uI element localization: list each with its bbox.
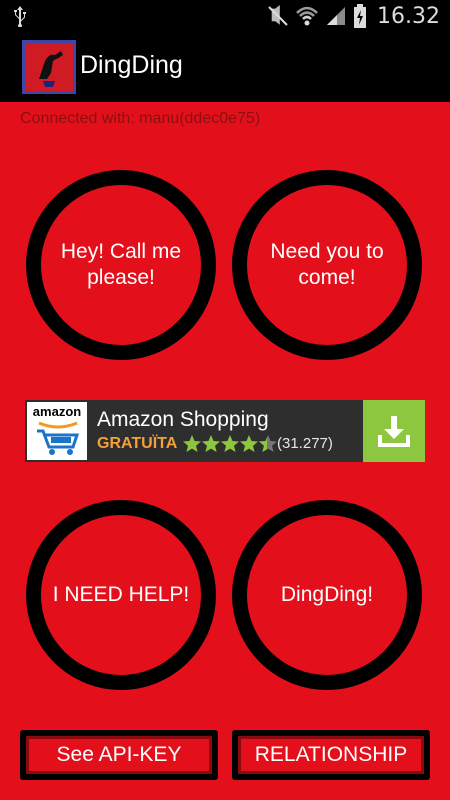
bell-ringer-icon <box>39 51 63 87</box>
come-label-line1: Need you to <box>270 240 384 263</box>
app-title: DingDing <box>80 51 183 79</box>
ad-rating-count: (31.277) <box>277 435 333 452</box>
ad-download-button[interactable] <box>363 400 425 462</box>
ad-banner[interactable]: amazon Amazon Shopping GRATUÏTA (31.277) <box>25 400 425 462</box>
ad-rating-stars <box>183 434 277 454</box>
call-me-label-line2: please! <box>87 266 155 289</box>
status-bar: 16.32 <box>0 0 450 32</box>
dingding-label: DingDing! <box>280 583 374 606</box>
need-help-label: I NEED HELP! <box>52 583 190 606</box>
come-label-line2: come! <box>298 266 356 289</box>
see-api-key-label: See API-KEY <box>56 743 182 766</box>
amazon-logo: amazon <box>27 402 87 460</box>
need-you-to-come-button[interactable]: Need you to come! <box>232 170 422 360</box>
call-me-label-line1: Hey! Call me <box>60 240 182 263</box>
app-bar: DingDing <box>0 32 450 102</box>
see-api-key-button[interactable]: See API-KEY <box>20 730 218 780</box>
battery-charging-icon <box>354 4 367 28</box>
relationship-label: RELATIONSHIP <box>254 743 408 766</box>
status-time: 16.32 <box>377 3 440 29</box>
usb-icon <box>14 6 26 27</box>
app-icon[interactable] <box>22 40 76 94</box>
connection-status: Connected with: manu(ddec0e75) <box>20 110 261 127</box>
mute-icon <box>268 5 288 26</box>
relationship-button[interactable]: RELATIONSHIP <box>232 730 430 780</box>
wifi-icon <box>296 6 318 26</box>
dingding-button[interactable]: DingDing! <box>232 500 422 690</box>
call-me-button[interactable]: Hey! Call me please! <box>26 170 216 360</box>
cart-icon <box>37 421 80 455</box>
ad-brand: amazon <box>32 404 82 419</box>
signal-icon <box>327 7 346 25</box>
ad-price-label: GRATUÏTA <box>97 435 178 452</box>
ad-title: Amazon Shopping <box>97 408 269 431</box>
star-rating-icon <box>183 435 277 452</box>
need-help-button[interactable]: I NEED HELP! <box>26 500 216 690</box>
download-icon <box>378 416 410 447</box>
